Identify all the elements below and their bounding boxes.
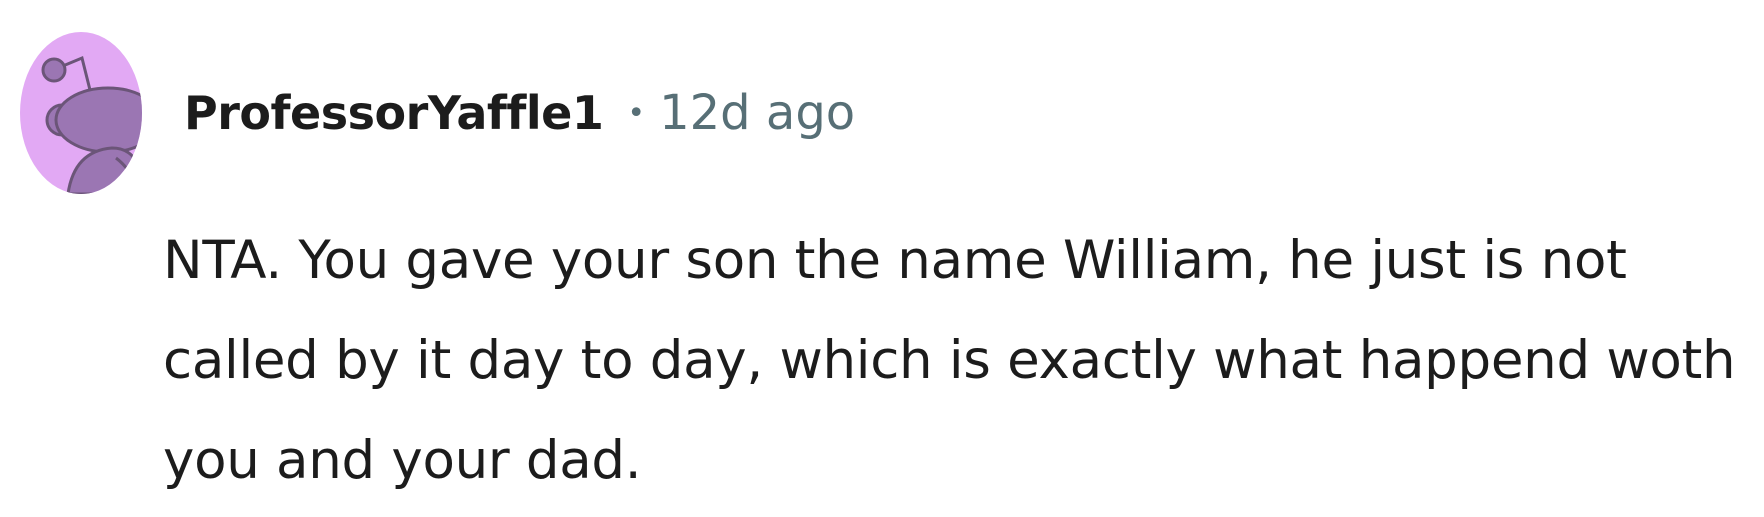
comment-timestamp[interactable]: 12d ago	[659, 85, 855, 141]
avatar[interactable]	[20, 32, 142, 194]
reddit-snoo-avatar-icon	[20, 32, 142, 194]
username-link[interactable]: ProfessorYaffle1	[184, 86, 604, 140]
comment-card: ProfessorYaffle1 • 12d ago NTA. You gave…	[0, 0, 1764, 517]
comment-header: ProfessorYaffle1 • 12d ago	[20, 32, 855, 194]
separator-dot: •	[627, 95, 646, 131]
comment-body-text: NTA. You gave your son the name William,…	[163, 230, 1736, 491]
